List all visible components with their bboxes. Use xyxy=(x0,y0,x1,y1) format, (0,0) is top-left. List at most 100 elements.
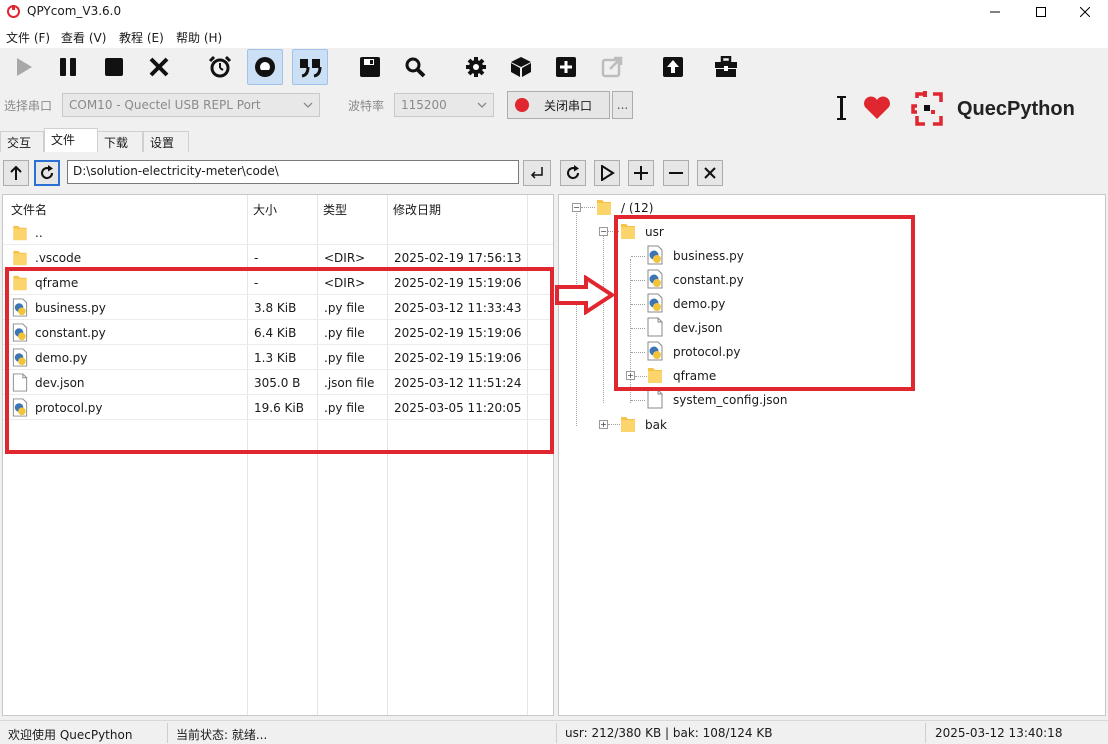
collapse-usr-toggle[interactable]: − xyxy=(599,227,608,236)
menu-file[interactable]: 文件 (F) xyxy=(6,29,50,46)
go-path-button[interactable] xyxy=(523,160,551,186)
external-link-icon xyxy=(601,56,623,78)
quote-button[interactable] xyxy=(292,49,328,85)
clear-button[interactable] xyxy=(141,49,177,85)
run-file-button[interactable] xyxy=(594,160,620,186)
tab-settings[interactable]: 设置 xyxy=(143,131,189,152)
enter-arrow-icon xyxy=(530,167,543,179)
robot-button[interactable] xyxy=(247,49,283,85)
close-x-icon xyxy=(149,57,169,77)
tree-node-bak[interactable]: bak xyxy=(619,414,699,436)
upload-icon xyxy=(663,57,683,77)
quote-icon xyxy=(300,59,322,78)
play-icon xyxy=(17,58,32,76)
minimize-button[interactable] xyxy=(972,0,1018,24)
gear-icon xyxy=(466,57,486,77)
quecpython-logo-icon xyxy=(911,91,943,126)
qpycom-window: QPYcom_V3.6.0 文件 (F) 查看 (V) 教程 (E) 帮助 (H… xyxy=(0,0,1108,744)
refresh-device-button[interactable] xyxy=(560,160,586,186)
external-link-button[interactable] xyxy=(594,49,630,85)
chevron-down-icon xyxy=(477,102,487,108)
status-state: 当前状态: 就绪... xyxy=(176,728,268,742)
baud-select-value: 115200 xyxy=(401,98,447,112)
maximize-button[interactable] xyxy=(1018,0,1064,24)
cursor-i-icon xyxy=(837,96,846,120)
close-icon xyxy=(1080,7,1090,17)
serial-settings-row: 选择串口 COM10 - Quectel USB REPL Port 波特率 1… xyxy=(0,88,1108,126)
settings-button[interactable] xyxy=(458,49,494,85)
record-dot-icon xyxy=(515,98,529,112)
port-select[interactable]: COM10 - Quectel USB REPL Port xyxy=(62,93,320,117)
menu-help[interactable]: 帮助 (H) xyxy=(176,29,222,46)
close-icon xyxy=(704,167,716,179)
tab-interact[interactable]: 交互 xyxy=(0,131,44,152)
menu-bar: 文件 (F) 查看 (V) 教程 (E) 帮助 (H) xyxy=(0,24,1108,48)
package-button[interactable] xyxy=(503,49,539,85)
row-size: - xyxy=(254,251,259,265)
header-type[interactable]: 类型 xyxy=(323,201,347,218)
tab-bar: 交互 文件 下载 设置 xyxy=(0,128,1108,153)
timer-button[interactable] xyxy=(202,49,238,85)
status-bar: 欢迎使用 QuecPython 当前状态: 就绪... usr: 212/380… xyxy=(0,720,1108,744)
parent-dir-button[interactable] xyxy=(3,160,29,186)
window-close-button[interactable] xyxy=(1062,0,1108,24)
chevron-down-icon xyxy=(303,102,313,108)
highlight-device-files xyxy=(614,215,915,391)
tree-node-file[interactable]: system_config.json xyxy=(646,389,826,411)
robot-icon xyxy=(255,57,275,77)
toolbar xyxy=(0,48,1108,88)
menu-view[interactable]: 查看 (V) xyxy=(61,29,106,46)
baud-select[interactable]: 115200 xyxy=(394,93,494,117)
minus-icon xyxy=(669,172,683,174)
stop-button[interactable] xyxy=(96,49,132,85)
maximize-icon xyxy=(1036,7,1046,17)
tab-download[interactable]: 下载 xyxy=(97,131,143,152)
play-outline-icon xyxy=(601,165,615,181)
run-button[interactable] xyxy=(6,49,42,85)
search-button[interactable] xyxy=(397,49,433,85)
menu-tutorial[interactable]: 教程 (E) xyxy=(119,29,164,46)
tab-files[interactable]: 文件 xyxy=(44,128,98,153)
status-storage: usr: 212/380 KB | bak: 108/124 KB xyxy=(565,726,773,740)
folder-icon xyxy=(13,250,27,266)
package-box-icon xyxy=(511,57,531,77)
more-button[interactable]: ... xyxy=(612,91,633,119)
refresh-icon xyxy=(567,165,580,180)
add-file-button[interactable] xyxy=(628,160,654,186)
header-size[interactable]: 大小 xyxy=(253,201,277,218)
refresh-icon xyxy=(41,165,54,180)
header-name[interactable]: 文件名 xyxy=(11,201,47,218)
delete-file-button[interactable] xyxy=(697,160,723,186)
file-icon xyxy=(647,389,663,409)
expand-bak-toggle[interactable]: + xyxy=(599,420,608,429)
heart-icon[interactable] xyxy=(863,96,891,120)
status-datetime: 2025-03-12 13:40:18 xyxy=(935,726,1063,740)
stop-icon xyxy=(105,58,123,76)
table-row[interactable]: .. xyxy=(3,220,553,245)
save-icon xyxy=(360,57,380,77)
plus-icon xyxy=(634,166,648,180)
folder-icon xyxy=(597,200,611,215)
collapse-root-toggle[interactable]: − xyxy=(572,203,581,212)
status-welcome: 欢迎使用 QuecPython xyxy=(8,728,133,742)
toolbox-button[interactable] xyxy=(708,49,744,85)
baud-label: 波特率 xyxy=(348,99,385,113)
refresh-local-button[interactable] xyxy=(34,160,60,186)
tree-file-label: system_config.json xyxy=(673,393,788,407)
header-date[interactable]: 修改日期 xyxy=(393,201,441,218)
right-arrow-annotation-icon xyxy=(555,275,616,315)
row-name: .. xyxy=(35,226,43,240)
upload-button[interactable] xyxy=(655,49,691,85)
add-button[interactable] xyxy=(548,49,584,85)
remove-file-button[interactable] xyxy=(663,160,689,186)
toolbox-icon xyxy=(715,56,737,77)
title-bar: QPYcom_V3.6.0 xyxy=(0,0,1108,24)
pause-button[interactable] xyxy=(50,49,86,85)
row-type: <DIR> xyxy=(324,251,366,265)
save-button[interactable] xyxy=(352,49,388,85)
toggle-port-button[interactable]: 关闭串口 xyxy=(507,91,610,119)
minimize-icon xyxy=(990,11,1000,13)
arrow-up-icon xyxy=(10,165,22,180)
local-path-input[interactable]: D:\solution-electricity-meter\code\ xyxy=(67,160,519,184)
folder-icon xyxy=(13,225,27,241)
